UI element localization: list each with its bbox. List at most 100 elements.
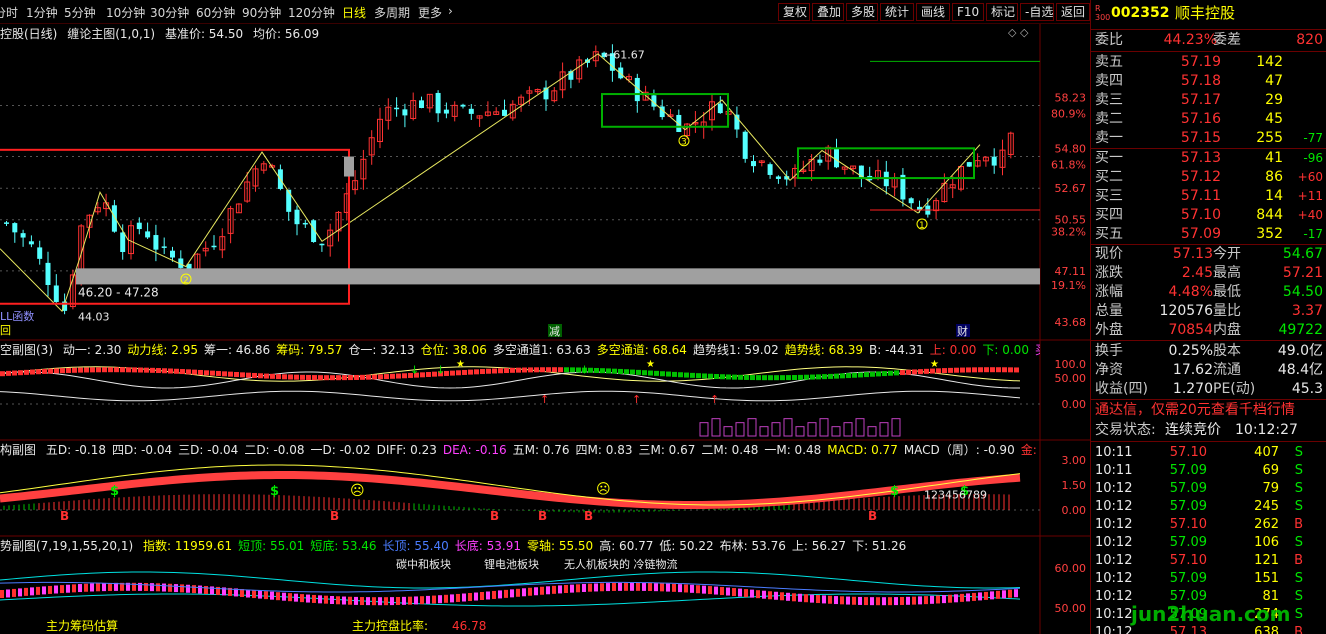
- toolbar-button-1[interactable]: 叠加: [812, 3, 844, 21]
- sub1-band-bar: [96, 367, 101, 373]
- toolbar-button-2[interactable]: 多股: [846, 3, 878, 21]
- sub3-band-bar: [930, 595, 934, 604]
- stat-label: 量比: [1213, 303, 1241, 319]
- sub3-band-bar: [198, 585, 202, 594]
- period-tab-2[interactable]: 5分钟: [64, 4, 96, 21]
- main-indicator-name[interactable]: 缠论主图(1,0,1): [67, 27, 155, 41]
- sub2-axis-label-2: 0.00: [1062, 504, 1087, 517]
- toolbar-button-3[interactable]: 统计: [880, 3, 914, 21]
- period-tab-6[interactable]: 90分钟: [242, 4, 281, 21]
- sub3-band-bar: [180, 584, 184, 593]
- sub1-band-bar: [846, 373, 851, 379]
- sub1-band-bar: [648, 370, 653, 376]
- period-tab-7[interactable]: 120分钟: [288, 4, 335, 21]
- period-tab-10[interactable]: 更多: [418, 4, 442, 21]
- sub1-band-bar: [558, 367, 563, 373]
- toolbar-button-6[interactable]: 标记: [986, 3, 1018, 21]
- sub2-value-13: MACD（周）: -0.90: [903, 443, 1015, 457]
- asks-row-4[interactable]: 卖一 57.15 255 -77: [1091, 129, 1326, 148]
- bids-volume: 352: [1256, 226, 1283, 242]
- sub3-value-1: 短顶: 55.01: [238, 539, 305, 553]
- period-tab-0[interactable]: 分时: [0, 4, 18, 21]
- sub3-band-bar: [792, 593, 796, 602]
- fund-value: 1.270: [1172, 381, 1213, 397]
- tick-direction: S: [1294, 607, 1303, 622]
- asks-row-3[interactable]: 卖二 57.16 45: [1091, 110, 1326, 129]
- sub3-band-bar: [960, 593, 964, 602]
- sub1-value-10: B: -44.31: [869, 343, 924, 357]
- toolbar-button-7[interactable]: -自选: [1020, 3, 1054, 21]
- asks-label: 卖二: [1095, 111, 1123, 127]
- sub3-band-bar: [954, 594, 958, 603]
- sub3-band-bar: [972, 592, 976, 601]
- period-toolbar: 分时 1分钟 5分钟 10分钟 30分钟 60分钟 90分钟 120分钟 日线 多周期 更多 › 复权叠…: [0, 0, 1090, 24]
- period-tab-5[interactable]: 60分钟: [196, 4, 235, 21]
- bids-row-2[interactable]: 买三 57.11 14 +11: [1091, 187, 1326, 206]
- sub2-axis-label-0: 3.00: [1062, 454, 1087, 467]
- stat-label: 最高: [1213, 265, 1241, 281]
- sub1-band-bar: [132, 367, 137, 373]
- sub3-band-bar: [450, 594, 454, 603]
- sub2-s-mark-0: $: [110, 484, 119, 499]
- fund-value: 0.25%: [1168, 343, 1213, 359]
- sub1-axis-label-1: 50.00: [1055, 372, 1087, 385]
- sub3-value-5: 零轴: 55.50: [526, 539, 594, 553]
- sub1-value-7: 多空通道: 68.64: [596, 343, 687, 357]
- toolbar-button-0[interactable]: 复权: [778, 3, 810, 21]
- stat-value: 2.45: [1181, 265, 1213, 281]
- watermark: jun2huan.com: [1131, 602, 1291, 626]
- bids-change: -96: [1303, 151, 1323, 165]
- candle-body: [419, 100, 424, 108]
- sub2-title[interactable]: 构副图: [0, 443, 36, 457]
- sub3-band-bar: [1014, 589, 1018, 598]
- toolbar-button-8[interactable]: 返回: [1056, 3, 1090, 21]
- bids-row-1[interactable]: 买二 57.12 86 +60: [1091, 168, 1326, 187]
- sub1-band-bar: [162, 368, 167, 374]
- toolbar-button-5[interactable]: F10: [952, 3, 984, 21]
- asks-row-1[interactable]: 卖四 57.18 47: [1091, 72, 1326, 91]
- sub1-band-bar: [198, 369, 203, 375]
- period-tab-1[interactable]: 1分钟: [26, 4, 58, 21]
- sub1-down-arrow-2: ↓: [580, 364, 589, 377]
- sub3-sector-label-1: 锂电池板块: [484, 557, 539, 571]
- promo-text: 通达信，仅需20元查看千档行情: [1095, 402, 1295, 418]
- main-chart-info: 控股(日线) 缠论主图(1,0,1) 基准价: 54.50 均价: 56.09: [0, 26, 325, 42]
- sub3-band-bar: [702, 585, 706, 594]
- promo-link[interactable]: 通达信，仅需20元查看千档行情: [1091, 401, 1326, 420]
- bids-row-3[interactable]: 买四 57.10 844 +40: [1091, 206, 1326, 225]
- sub1-band-bar: [114, 367, 119, 373]
- sub2-info: 构副图 五D: -0.18 四D: -0.04 三D: -0.04 二D: -0.08…: [0, 442, 1040, 458]
- chart-area[interactable]: 58.23 80.9% 54.80 61.8% 52.67 50.55 38.2% 47.11…: [0, 24, 1090, 634]
- bids-row-4[interactable]: 买五 57.09 352 -17: [1091, 225, 1326, 244]
- sub1-up-arrow-1: ↑: [632, 393, 641, 406]
- bids-label: 买二: [1095, 169, 1123, 185]
- bids-row-0[interactable]: 买一 57.13 41 -96: [1091, 149, 1326, 168]
- chevron-right-icon[interactable]: ›: [448, 4, 453, 18]
- sub2-value-1: 四D: -0.04: [112, 443, 173, 457]
- sub1-title[interactable]: 空副图(3): [0, 343, 53, 357]
- bids-volume: 844: [1256, 207, 1283, 223]
- sub3-band-bar: [66, 584, 70, 593]
- asks-row-0[interactable]: 卖五 57.19 142: [1091, 53, 1326, 72]
- sub3-title[interactable]: 势副图(7,19,1,55,20,1): [0, 539, 133, 553]
- sub1-band-bar: [984, 367, 989, 373]
- period-tab-3[interactable]: 10分钟: [106, 4, 145, 21]
- candle-body: [20, 233, 26, 238]
- candle-body: [294, 209, 300, 225]
- period-tab-8[interactable]: 日线: [342, 4, 366, 21]
- period-tab-9[interactable]: 多周期: [374, 4, 410, 21]
- sub3-band-bar: [390, 597, 394, 606]
- candle-body: [37, 247, 43, 259]
- toolbar-button-4[interactable]: 画线: [916, 3, 950, 21]
- stat-label: 涨跌: [1095, 265, 1123, 281]
- stock-name: 顺丰控股: [1175, 4, 1236, 22]
- sub3-band-bar: [426, 595, 430, 604]
- diamond-icon[interactable]: ◇ ◇: [1008, 26, 1028, 39]
- period-tab-4[interactable]: 30分钟: [150, 4, 189, 21]
- sub3-band-bar: [534, 587, 538, 596]
- tick-time: 10:11: [1095, 463, 1133, 478]
- asks-row-2[interactable]: 卖三 57.17 29: [1091, 91, 1326, 110]
- order-ratio-label: 委比: [1095, 32, 1123, 48]
- candle-body: [161, 246, 167, 248]
- asks-label: 卖五: [1095, 54, 1123, 70]
